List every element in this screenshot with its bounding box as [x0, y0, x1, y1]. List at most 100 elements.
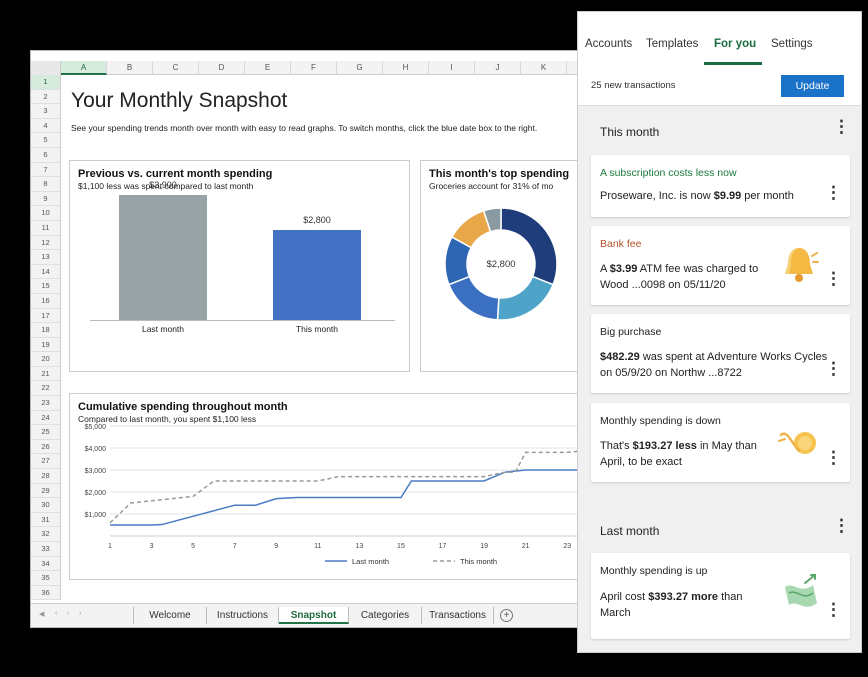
- more-options-icon[interactable]: ⋮: [825, 270, 842, 287]
- row-header-23[interactable]: 23: [31, 396, 60, 411]
- body-amount: $3.99: [609, 263, 638, 275]
- coin-down-icon: [778, 432, 816, 454]
- bar-this-month: [273, 230, 361, 320]
- body-amount: $393.27 more: [648, 591, 719, 603]
- row-header-21[interactable]: 21: [31, 367, 60, 382]
- column-header-h[interactable]: H: [383, 61, 429, 75]
- column-header-d[interactable]: D: [199, 61, 245, 75]
- sheet-tab-transactions[interactable]: Transactions: [422, 607, 494, 624]
- row-header-13[interactable]: 13: [31, 250, 60, 265]
- more-options-icon[interactable]: ⋮: [825, 601, 842, 618]
- row-header-5[interactable]: 5: [31, 133, 60, 148]
- row-header-29[interactable]: 29: [31, 484, 60, 499]
- pane-toolbar: 25 new transactions Update: [578, 66, 861, 106]
- line-chart-card[interactable]: Cumulative spending throughout month Com…: [69, 393, 599, 580]
- column-header-j[interactable]: J: [475, 61, 521, 75]
- next-sheet-arrow-icon[interactable]: ›: [67, 610, 69, 617]
- new-transactions-count: 25 new transactions: [591, 80, 676, 91]
- sheet-grid[interactable]: Your Monthly Snapshot See your spending …: [61, 75, 599, 600]
- x-tick-label: 5: [191, 543, 195, 550]
- row-header-7[interactable]: 7: [31, 163, 60, 178]
- row-header-32[interactable]: 32: [31, 527, 60, 542]
- donut-slice: [447, 275, 500, 321]
- column-header-i[interactable]: I: [429, 61, 475, 75]
- sheet-tab-snapshot[interactable]: Snapshot: [279, 607, 349, 624]
- insight-card-subscription[interactable]: A subscription costs less now Proseware,…: [591, 155, 850, 217]
- last-sheet-arrow-icon[interactable]: ›: [79, 610, 81, 617]
- update-button[interactable]: Update: [781, 75, 844, 97]
- row-header-22[interactable]: 22: [31, 381, 60, 397]
- plus-circle-icon[interactable]: +: [500, 609, 513, 622]
- row-header-1[interactable]: 1: [31, 75, 60, 90]
- tab-settings[interactable]: Settings: [771, 38, 813, 50]
- row-header-20[interactable]: 20: [31, 352, 60, 367]
- row-header-4[interactable]: 4: [31, 119, 60, 134]
- row-header-11[interactable]: 11: [31, 221, 60, 236]
- row-header-9[interactable]: 9: [31, 192, 60, 207]
- row-header-35[interactable]: 35: [31, 571, 60, 586]
- row-header-33[interactable]: 33: [31, 542, 60, 557]
- row-header-15[interactable]: 15: [31, 279, 60, 294]
- sheet-tab-categories[interactable]: Categories: [349, 607, 422, 624]
- row-header-3[interactable]: 3: [31, 104, 60, 119]
- row-header-34[interactable]: 34: [31, 557, 60, 572]
- y-tick-label: $1,000: [85, 512, 107, 519]
- row-header-16[interactable]: 16: [31, 294, 60, 309]
- spreadsheet-window: ABCDEFGHIJK 1 2 3 4 5 6 7 8 9 10 11 12 13 14 15 16 17 18 1…: [30, 50, 599, 628]
- x-tick-label: 19: [480, 543, 488, 550]
- row-header-2[interactable]: 2: [31, 90, 60, 105]
- row-header-26[interactable]: 26: [31, 440, 60, 455]
- insight-card-spending-down[interactable]: Monthly spending is down That's $193.27 …: [591, 403, 850, 482]
- tab-templates[interactable]: Templates: [646, 38, 698, 50]
- tab-for-you[interactable]: For you: [714, 38, 756, 50]
- more-options-icon[interactable]: ⋮: [833, 517, 850, 534]
- first-sheet-arrow-icon[interactable]: ◀: [39, 610, 44, 618]
- row-header-8[interactable]: 8: [31, 177, 60, 192]
- bar-chart-card[interactable]: Previous vs. current month spending $1,1…: [69, 160, 410, 372]
- sheet-tab-welcome[interactable]: Welcome: [133, 607, 207, 624]
- row-header-25[interactable]: 25: [31, 425, 60, 440]
- row-header-14[interactable]: 14: [31, 265, 60, 280]
- row-header-27[interactable]: 27: [31, 454, 60, 470]
- row-header-24[interactable]: 24: [31, 411, 60, 426]
- bar-value-label: $3,900: [149, 180, 177, 191]
- x-tick-label: 7: [233, 543, 237, 550]
- row-header-17[interactable]: 17: [31, 309, 60, 324]
- more-options-icon[interactable]: ⋮: [825, 184, 842, 201]
- row-header-30[interactable]: 30: [31, 498, 60, 513]
- row-header-19[interactable]: 19: [31, 338, 60, 353]
- page-title: Your Monthly Snapshot: [71, 89, 288, 112]
- column-header-a[interactable]: A: [61, 61, 107, 75]
- row-header-36[interactable]: 36: [31, 586, 60, 601]
- tab-accounts[interactable]: Accounts: [585, 38, 632, 50]
- column-header-b[interactable]: B: [107, 61, 153, 75]
- row-header-18[interactable]: 18: [31, 323, 60, 338]
- donut-chart-card[interactable]: This month's top spending Groceries acco…: [420, 160, 590, 372]
- section-this-month: This month: [600, 125, 660, 139]
- series-line-this-month: [109, 449, 589, 524]
- sheet-tab-instructions[interactable]: Instructions: [207, 607, 279, 624]
- insight-card-bank-fee[interactable]: Bank fee A $3.99 ATM fee was charged to …: [591, 226, 850, 305]
- row-header-6[interactable]: 6: [31, 148, 60, 163]
- more-options-icon[interactable]: ⋮: [833, 118, 850, 135]
- pane-nav: Accounts Templates For you Settings: [578, 12, 861, 66]
- insight-card-spending-up[interactable]: Monthly spending is up April cost $393.2…: [591, 553, 850, 639]
- body-text: per month: [741, 190, 794, 202]
- column-header-k[interactable]: K: [521, 61, 567, 75]
- x-tick-label: 1: [108, 543, 112, 550]
- money-up-icon: [785, 574, 817, 607]
- row-header-12[interactable]: 12: [31, 236, 60, 251]
- row-header-28[interactable]: 28: [31, 469, 60, 484]
- column-header-e[interactable]: E: [245, 61, 291, 75]
- more-options-icon[interactable]: ⋮: [825, 360, 842, 377]
- select-all-corner[interactable]: [31, 61, 61, 75]
- more-options-icon[interactable]: ⋮: [825, 449, 842, 466]
- x-tick-label: 13: [355, 543, 363, 550]
- insight-card-big-purchase[interactable]: Big purchase $482.29 was spent at Advent…: [591, 314, 850, 393]
- column-header-g[interactable]: G: [337, 61, 383, 75]
- row-header-31[interactable]: 31: [31, 513, 60, 528]
- column-header-c[interactable]: C: [153, 61, 199, 75]
- column-header-f[interactable]: F: [291, 61, 337, 75]
- row-header-10[interactable]: 10: [31, 206, 60, 221]
- prev-sheet-arrow-icon[interactable]: ‹: [55, 610, 57, 617]
